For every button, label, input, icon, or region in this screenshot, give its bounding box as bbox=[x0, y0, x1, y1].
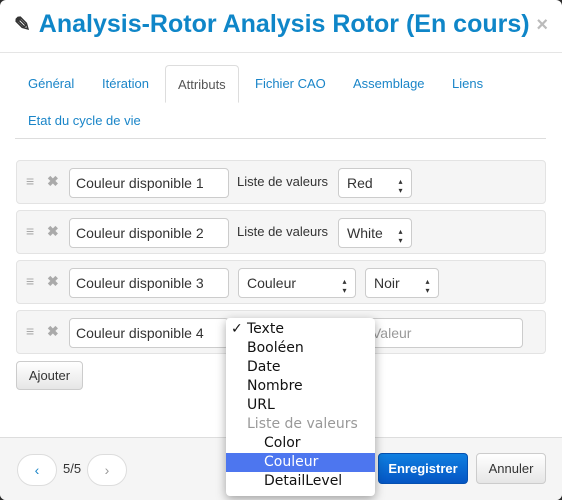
tab-liens[interactable]: Liens bbox=[452, 76, 483, 91]
attribute-name-input[interactable]: Couleur disponible 3 bbox=[69, 268, 229, 298]
close-icon[interactable]: × bbox=[536, 14, 548, 37]
attribute-value-input[interactable]: Valeur bbox=[365, 318, 523, 348]
option-date[interactable]: Date bbox=[226, 358, 375, 377]
drag-handle-icon[interactable]: ≡ bbox=[26, 323, 34, 339]
delete-icon[interactable]: ✖ bbox=[47, 223, 59, 240]
drag-handle-icon[interactable]: ≡ bbox=[26, 223, 34, 239]
option-couleur[interactable]: Couleur bbox=[226, 453, 375, 472]
attribute-row: ≡ ✖ Couleur disponible 3 Couleur Noir bbox=[16, 260, 546, 304]
attribute-row: ≡ ✖ Couleur disponible 1 Liste de valeurs… bbox=[16, 160, 546, 204]
attribute-name-input[interactable]: Couleur disponible 1 bbox=[69, 168, 229, 198]
cancel-button[interactable]: Annuler bbox=[476, 453, 546, 484]
delete-icon[interactable]: ✖ bbox=[47, 323, 59, 340]
tab-fichier-cao[interactable]: Fichier CAO bbox=[255, 76, 326, 91]
tab-iteration[interactable]: Itération bbox=[102, 76, 149, 91]
option-detaillevel[interactable]: DetailLevel bbox=[226, 472, 375, 491]
modal-header: ✎ Analysis-Rotor Analysis Rotor (En cours… bbox=[0, 0, 562, 53]
tab-bar: Général Itération Attributs Fichier CAO … bbox=[15, 65, 546, 139]
attribute-value-select[interactable]: White bbox=[338, 218, 412, 248]
tab-assemblage[interactable]: Assemblage bbox=[353, 76, 425, 91]
modal-title: ✎ Analysis-Rotor Analysis Rotor (En cours… bbox=[14, 10, 530, 39]
attribute-value-select[interactable]: Red bbox=[338, 168, 412, 198]
option-group-liste-de-valeurs: Liste de valeurs bbox=[247, 416, 358, 432]
attribute-name-input[interactable]: Couleur disponible 4 bbox=[69, 318, 229, 348]
save-button[interactable]: Enregistrer bbox=[378, 453, 468, 484]
attribute-type-label: Liste de valeurs bbox=[237, 224, 329, 239]
option-color[interactable]: Color bbox=[226, 434, 375, 453]
tab-attributs[interactable]: Attributs bbox=[165, 65, 239, 103]
delete-icon[interactable]: ✖ bbox=[47, 173, 59, 190]
tab-etat-cycle-de-vie[interactable]: Etat du cycle de vie bbox=[28, 113, 141, 128]
attribute-value-select[interactable]: Noir bbox=[365, 268, 439, 298]
previous-page-button[interactable]: ‹ bbox=[17, 454, 57, 486]
option-texte[interactable]: ✓ Texte bbox=[226, 320, 375, 339]
attribute-name-input[interactable]: Couleur disponible 2 bbox=[69, 218, 229, 248]
add-attribute-button[interactable]: Ajouter bbox=[16, 361, 83, 390]
attribute-row: ≡ ✖ Couleur disponible 2 Liste de valeurs… bbox=[16, 210, 546, 254]
option-label: Texte bbox=[247, 321, 284, 337]
drag-handle-icon[interactable]: ≡ bbox=[26, 173, 34, 189]
type-dropdown-menu: ✓ Texte Booléen Date Nombre URL Liste de … bbox=[226, 318, 375, 496]
page-indicator: 5/5 bbox=[63, 461, 82, 476]
attribute-type-label: Liste de valeurs bbox=[237, 174, 329, 189]
checkmark-icon: ✓ bbox=[231, 321, 243, 337]
drag-handle-icon[interactable]: ≡ bbox=[26, 273, 34, 289]
title-text: Analysis-Rotor Analysis Rotor (En cours) bbox=[38, 10, 530, 38]
pencil-icon: ✎ bbox=[14, 14, 31, 36]
next-page-button[interactable]: › bbox=[87, 454, 127, 486]
option-nombre[interactable]: Nombre bbox=[226, 377, 375, 396]
attribute-type-select[interactable]: Couleur bbox=[238, 268, 356, 298]
option-url[interactable]: URL bbox=[226, 396, 375, 415]
tab-general[interactable]: Général bbox=[28, 76, 74, 91]
delete-icon[interactable]: ✖ bbox=[47, 273, 59, 290]
option-booleen[interactable]: Booléen bbox=[226, 339, 375, 358]
